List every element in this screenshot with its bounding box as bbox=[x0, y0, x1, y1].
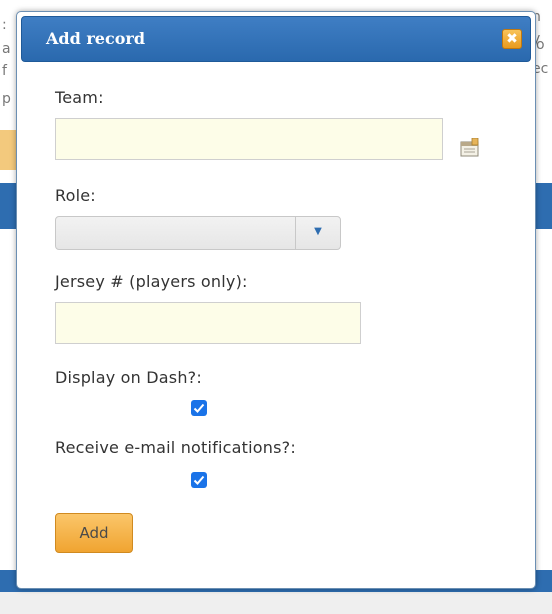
dialog-title: Add record bbox=[46, 29, 145, 48]
close-icon: ✖ bbox=[506, 31, 518, 47]
background-fragment: a bbox=[2, 41, 11, 57]
email-notifications-checkbox[interactable] bbox=[191, 472, 207, 488]
chevron-down-icon[interactable]: ▼ bbox=[295, 217, 340, 249]
dialog-titlebar[interactable]: Add record ✖ bbox=[21, 16, 531, 62]
add-button[interactable]: Add bbox=[55, 513, 133, 553]
background-footer bbox=[0, 592, 552, 614]
background-fragment: o bbox=[536, 37, 545, 53]
check-icon bbox=[193, 403, 205, 413]
add-record-dialog: Add record ✖ Team: Role: ▼ Jersey # (pla… bbox=[16, 11, 536, 589]
calendar-picker-icon[interactable] bbox=[459, 137, 481, 158]
background-fragment: p bbox=[2, 91, 11, 107]
role-select[interactable]: ▼ bbox=[55, 216, 341, 250]
close-button[interactable]: ✖ bbox=[502, 29, 522, 49]
email-notifications-label: Receive e-mail notifications?: bbox=[55, 438, 296, 457]
background-fragment: : bbox=[2, 17, 7, 33]
team-label: Team: bbox=[55, 88, 104, 107]
jersey-input[interactable] bbox=[55, 302, 361, 344]
jersey-label: Jersey # (players only): bbox=[55, 272, 248, 291]
check-icon bbox=[193, 475, 205, 485]
background-fragment: f bbox=[2, 63, 7, 79]
role-label: Role: bbox=[55, 186, 96, 205]
display-on-dash-label: Display on Dash?: bbox=[55, 368, 202, 387]
team-input[interactable] bbox=[55, 118, 443, 160]
display-on-dash-checkbox[interactable] bbox=[191, 400, 207, 416]
